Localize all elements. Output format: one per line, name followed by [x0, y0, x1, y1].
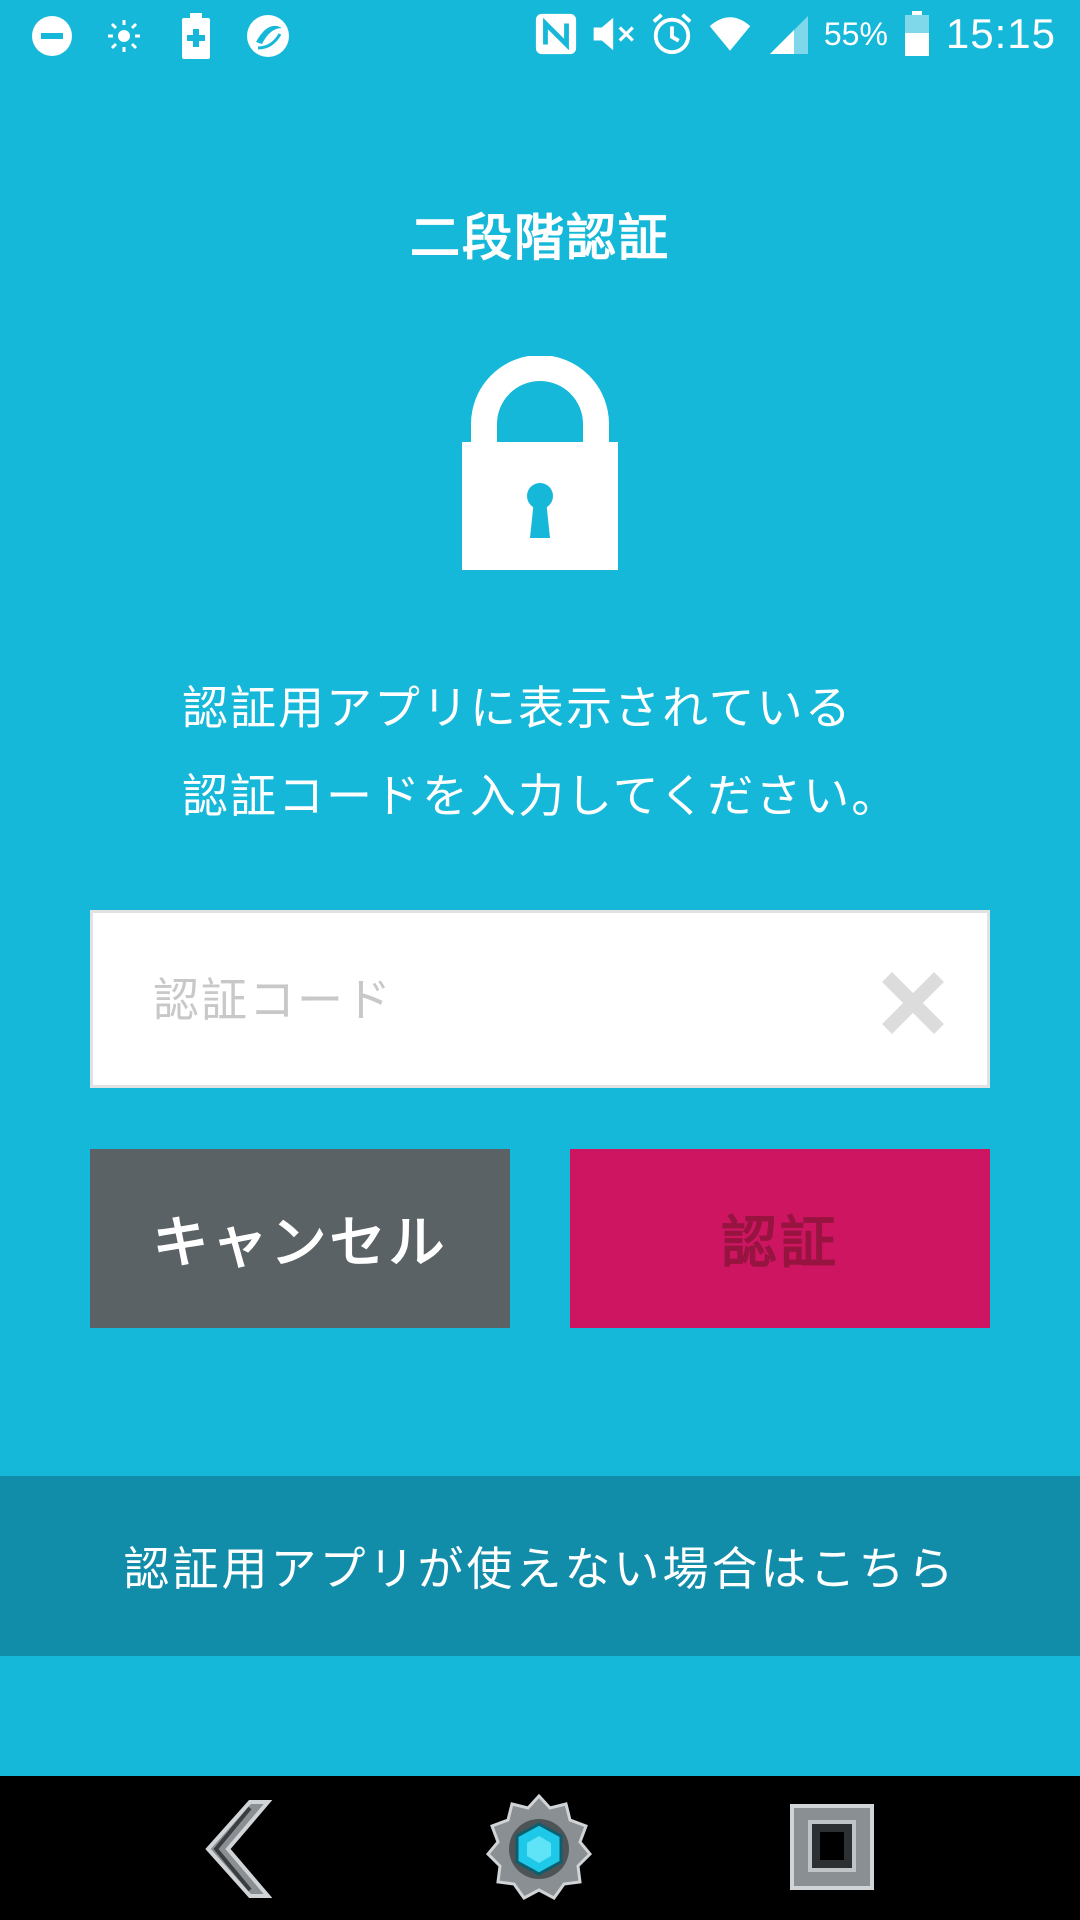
- alt-auth-link[interactable]: 認証用アプリが使えない場合はこちら: [0, 1476, 1080, 1656]
- status-bar: 55% 15:15: [0, 0, 1080, 76]
- auth-button[interactable]: 認証: [570, 1149, 990, 1328]
- alarm-icon: [650, 12, 694, 56]
- code-input[interactable]: [151, 913, 855, 1087]
- code-input-container: [90, 910, 990, 1088]
- alt-auth-link-label: 認証用アプリが使えない場合はこちら: [123, 1542, 957, 1596]
- instruction-line-1: 認証用アプリに表示されている: [182, 681, 853, 735]
- status-bar-left: [30, 13, 290, 59]
- nfc-icon: [534, 12, 578, 56]
- app-notification-icon: [246, 14, 290, 58]
- battery-icon: [902, 11, 932, 56]
- page-title: 二段階認証: [410, 209, 670, 267]
- battery-saver-icon: [174, 13, 218, 59]
- lock-icon: [462, 355, 618, 570]
- cancel-button[interactable]: キャンセル: [90, 1149, 510, 1328]
- battery-percent: 55%: [823, 15, 888, 52]
- signal-icon: [766, 12, 810, 56]
- clock: 15:15: [945, 10, 1056, 57]
- brightness-icon: [102, 14, 146, 58]
- back-icon[interactable]: [188, 1794, 298, 1904]
- dnd-icon: [30, 14, 74, 58]
- navigation-bar: [0, 1776, 1080, 1920]
- instruction-text: 認証用アプリに表示されている 認証コードを入力してください。: [182, 664, 982, 840]
- auth-button-label: 認証: [721, 1211, 839, 1276]
- mute-icon: [592, 12, 636, 56]
- wifi-icon: [708, 12, 752, 56]
- clear-x-icon[interactable]: [881, 971, 945, 1035]
- cancel-button-label: キャンセル: [152, 1211, 448, 1276]
- instruction-line-2: 認証コードを入力してください。: [182, 769, 900, 823]
- home-icon[interactable]: [484, 1793, 594, 1904]
- status-bar-right: 55% 15:15: [534, 10, 1056, 58]
- recent-apps-icon[interactable]: [780, 1794, 890, 1904]
